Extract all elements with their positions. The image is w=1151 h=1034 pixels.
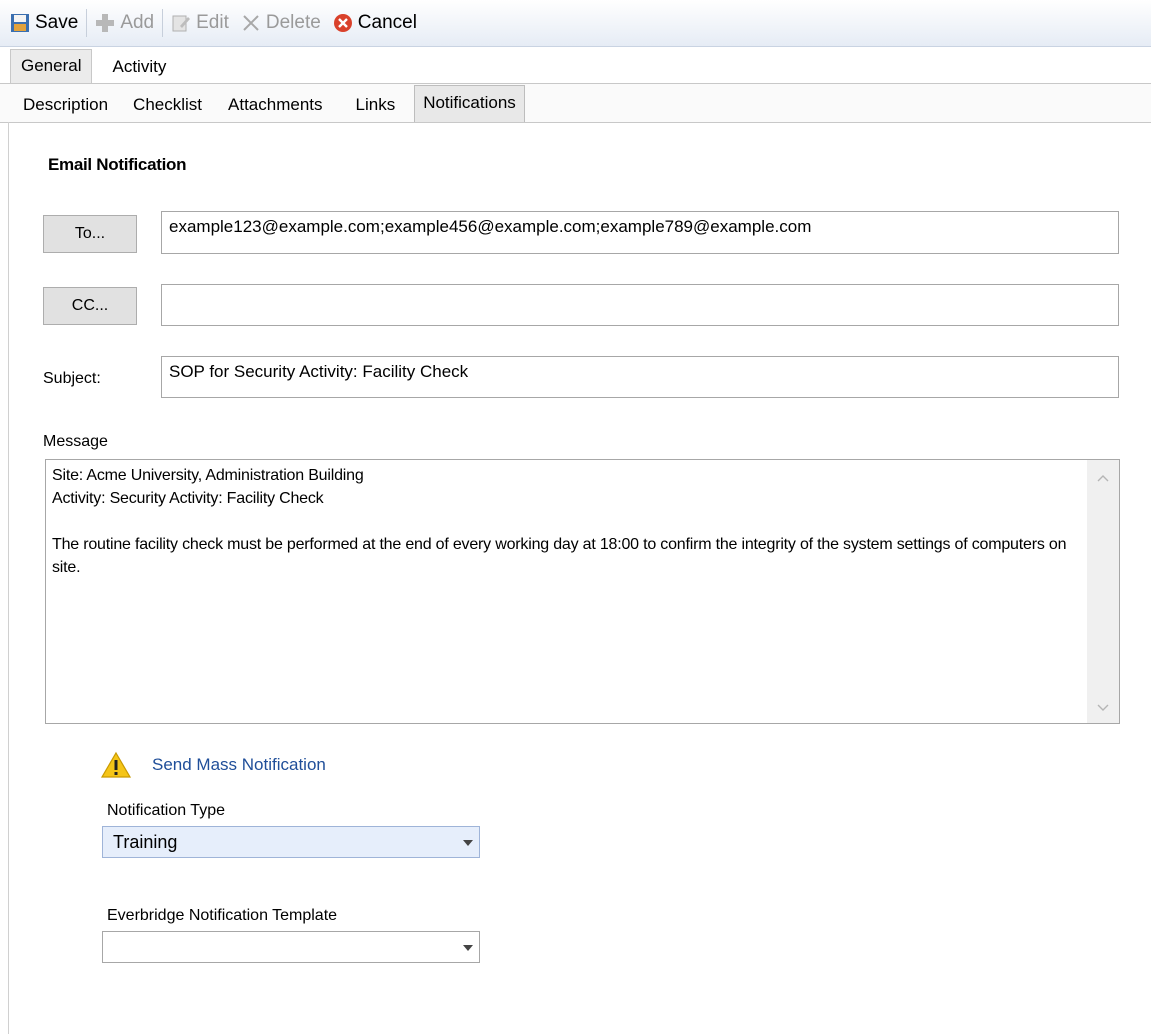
save-button[interactable]: Save	[6, 8, 82, 38]
scroll-up-icon[interactable]	[1087, 466, 1119, 490]
mass-notification-row: Send Mass Notification	[100, 748, 326, 782]
template-label: Everbridge Notification Template	[107, 907, 338, 924]
toolbar-separator	[162, 9, 164, 37]
scroll-down-icon[interactable]	[1087, 696, 1119, 720]
tab-checklist[interactable]: Checklist	[117, 88, 211, 122]
to-button[interactable]: To...	[43, 215, 137, 253]
tab-notifications[interactable]: Notifications	[414, 85, 525, 122]
toolbar: Save Add Edit Delete Cancel	[0, 0, 1151, 47]
add-label: Add	[120, 12, 155, 33]
save-label: Save	[35, 12, 79, 33]
cancel-button[interactable]: Cancel	[329, 8, 421, 38]
edit-label: Edit	[196, 12, 229, 33]
notification-type-select[interactable]: Training	[102, 826, 480, 858]
save-icon	[11, 14, 29, 32]
cc-field[interactable]	[161, 284, 1119, 326]
edit-icon	[172, 15, 191, 32]
chevron-down-icon	[463, 945, 473, 951]
scrollbar[interactable]	[1087, 460, 1119, 723]
cancel-icon	[333, 14, 352, 32]
close-icon	[243, 15, 259, 31]
template-select[interactable]	[102, 931, 480, 963]
edit-button[interactable]: Edit	[167, 8, 233, 38]
chevron-down-icon	[463, 840, 473, 846]
message-field[interactable]: Site: Acme University, Administration Bu…	[45, 459, 1120, 724]
delete-label: Delete	[265, 12, 321, 33]
tab-links[interactable]: Links	[332, 88, 405, 122]
message-text: Site: Acme University, Administration Bu…	[52, 467, 1067, 576]
toolbar-separator	[86, 9, 88, 37]
tab-general[interactable]: General	[10, 49, 93, 83]
subject-field[interactable]: SOP for Security Activity: Facility Chec…	[161, 356, 1119, 398]
cancel-label: Cancel	[357, 12, 417, 33]
panel-border	[8, 122, 9, 1034]
section-title: Email Notification	[48, 155, 187, 174]
sub-tabs: Description Checklist Attachments Links …	[0, 84, 1151, 123]
tab-description[interactable]: Description	[0, 88, 117, 122]
subject-label: Subject:	[43, 370, 101, 387]
to-field[interactable]: example123@example.com;example456@exampl…	[161, 211, 1119, 254]
delete-button[interactable]: Delete	[237, 8, 325, 38]
tab-activity[interactable]: Activity	[92, 51, 176, 83]
send-mass-notification-link[interactable]: Send Mass Notification	[152, 755, 326, 775]
cc-button[interactable]: CC...	[43, 287, 137, 325]
add-button[interactable]: Add	[91, 8, 158, 38]
main-tabs: General Activity	[0, 49, 1151, 84]
notification-type-value: Training	[113, 832, 178, 852]
message-label: Message	[43, 433, 108, 450]
warning-icon	[100, 751, 132, 778]
notification-type-label: Notification Type	[107, 802, 225, 819]
tab-attachments[interactable]: Attachments	[211, 88, 332, 122]
plus-icon	[96, 14, 115, 32]
